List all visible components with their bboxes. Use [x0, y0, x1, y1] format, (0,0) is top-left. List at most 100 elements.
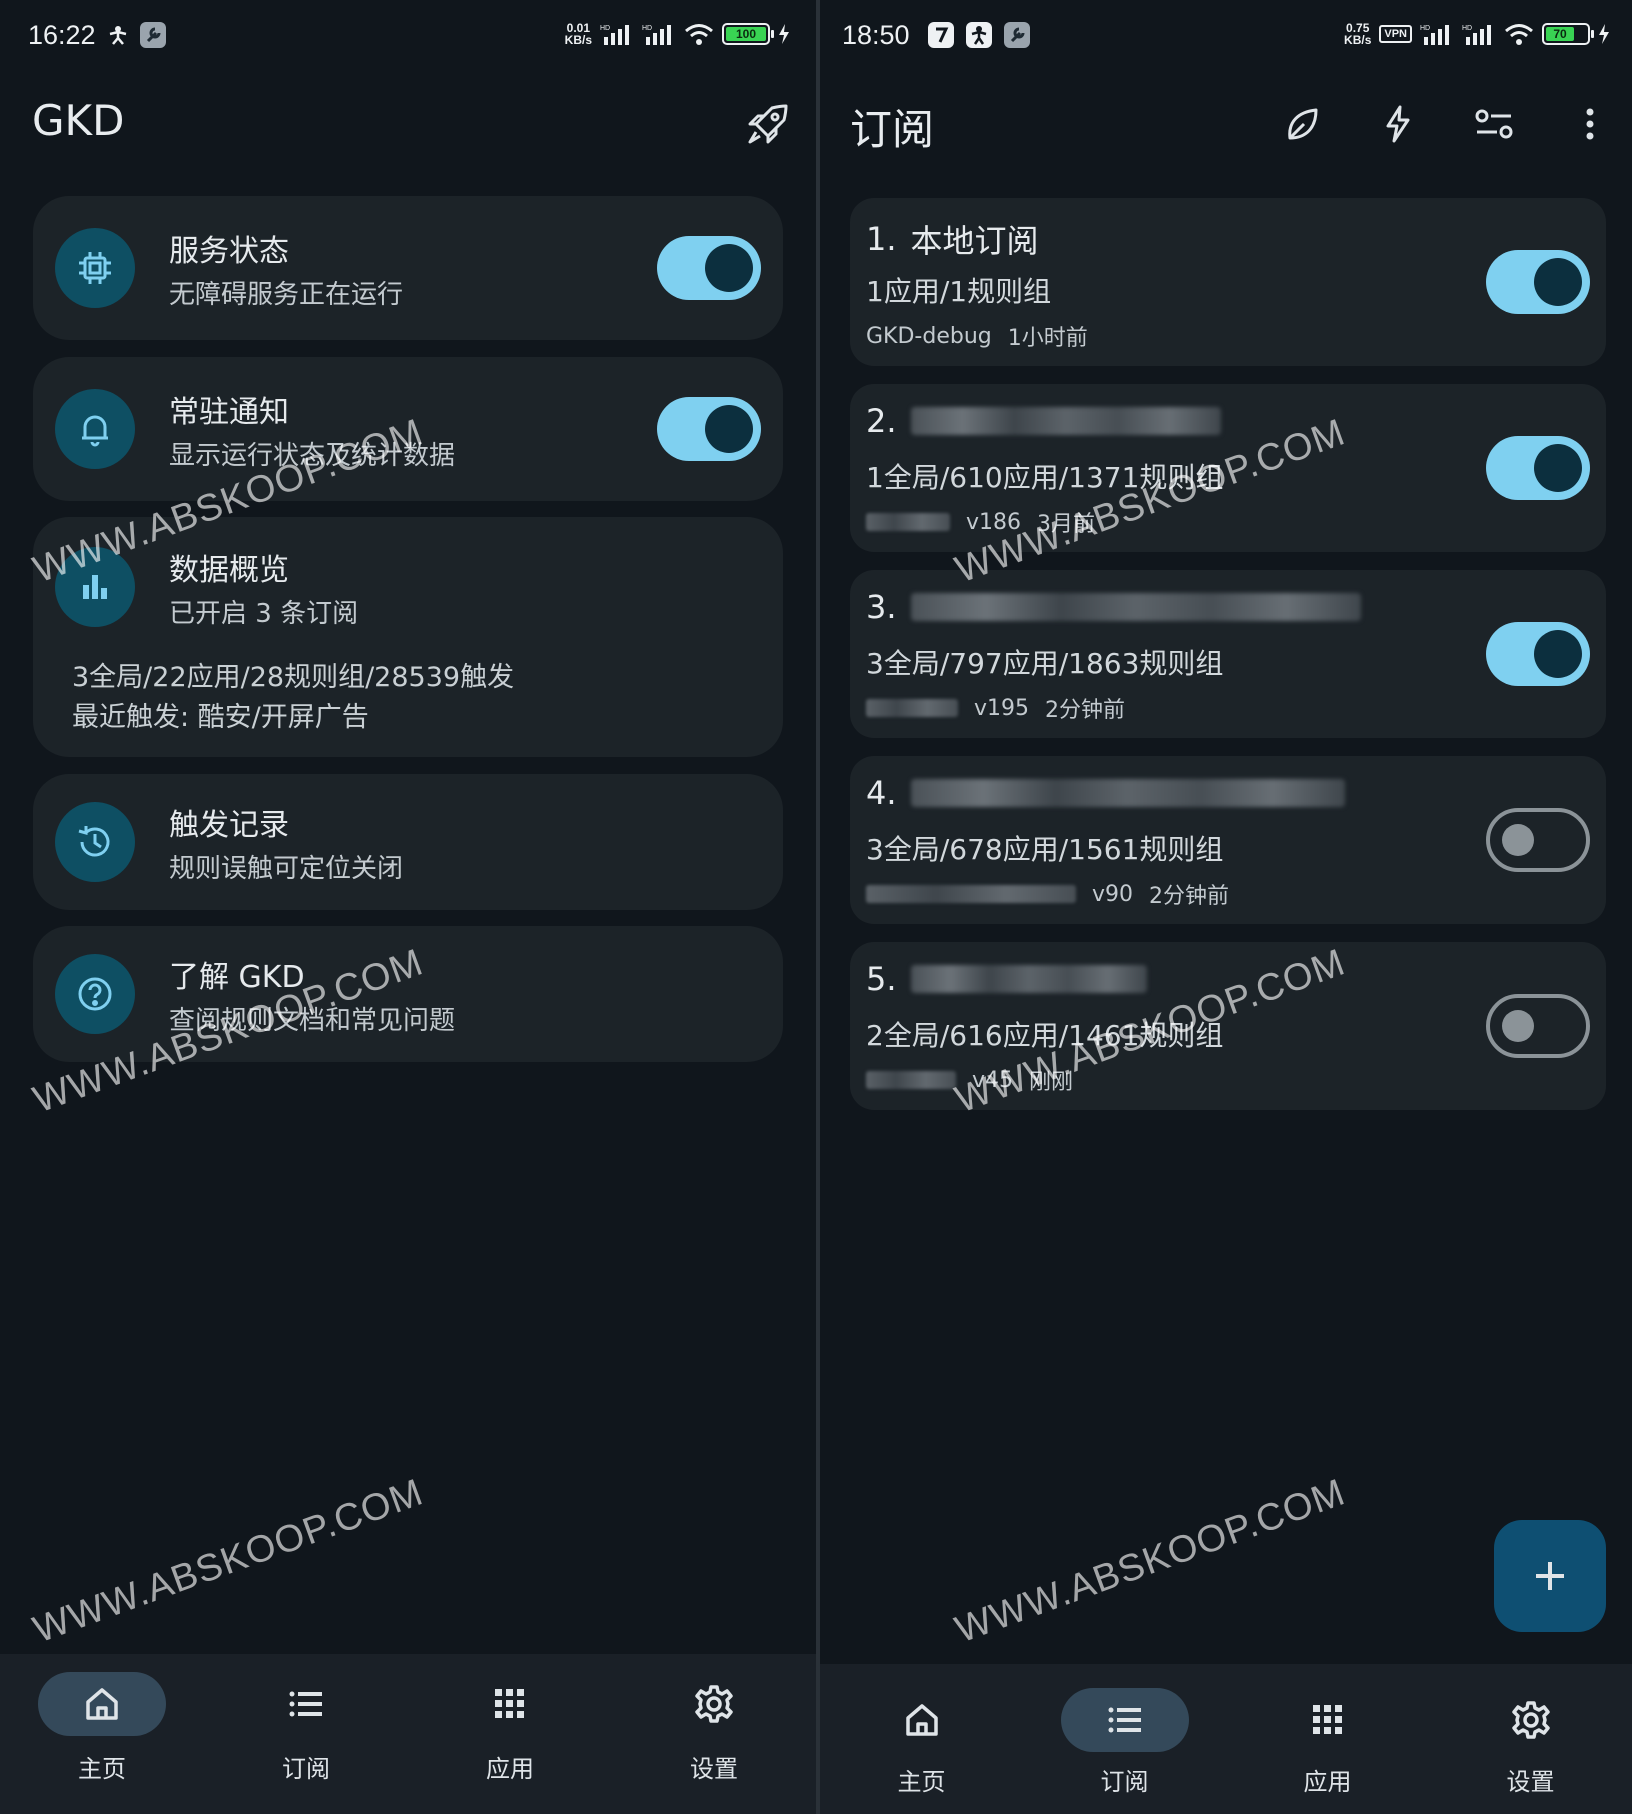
- subscription-source-redacted: [866, 513, 950, 531]
- subscription-item[interactable]: 2. 1全局/610应用/1371规则组 v186 3月前: [850, 384, 1606, 552]
- subscription-version: v90: [1092, 881, 1134, 907]
- nav-pill: [38, 1672, 166, 1736]
- subscription-toggle[interactable]: [1486, 808, 1590, 872]
- nav-settings[interactable]: 设置: [1429, 1664, 1632, 1814]
- leaf-icon: [1288, 108, 1318, 140]
- overview-recent-trigger: 最近触发: 酷安/开屏广告: [72, 702, 369, 733]
- gear-icon: [1511, 1701, 1550, 1739]
- vpn-badge: VPN: [1379, 25, 1412, 43]
- status-time: 16:22: [28, 20, 96, 50]
- home-icon: [905, 1704, 938, 1736]
- subscription-item[interactable]: 4. 3全局/678应用/1561规则组 v90 2分钟前: [850, 756, 1606, 924]
- nav-home[interactable]: 主页: [0, 1654, 204, 1814]
- notification-toggle[interactable]: [657, 397, 761, 461]
- subscription-name-redacted: [910, 407, 1221, 435]
- service-toggle[interactable]: [657, 236, 761, 300]
- accessibility-icon: [966, 22, 992, 48]
- nav-subscriptions[interactable]: 订阅: [204, 1654, 408, 1814]
- charging-icon: [779, 24, 789, 44]
- nav-home[interactable]: 主页: [820, 1664, 1023, 1814]
- nav-label: 设置: [690, 1755, 738, 1783]
- more-options-button[interactable]: [1554, 88, 1626, 160]
- history-subtitle: 规则误触可定位关闭: [169, 854, 404, 884]
- persistent-notification-card[interactable]: 常驻通知 显示运行状态及统计数据: [33, 357, 783, 501]
- subscription-updated: 2分钟前: [1149, 884, 1230, 909]
- flash-button[interactable]: [1362, 88, 1434, 160]
- filter-button[interactable]: [1458, 88, 1530, 160]
- nav-pill: [858, 1688, 986, 1752]
- signal-icon: HD: [600, 25, 629, 45]
- data-overview-card[interactable]: 数据概览 已开启 3 条订阅 3全局/22应用/28规则组/28539触发 最近…: [33, 517, 783, 757]
- trigger-history-card[interactable]: 触发记录 规则误触可定位关闭: [33, 774, 783, 910]
- subscription-updated: 刚刚: [1029, 1070, 1074, 1095]
- top-app-bar: GKD: [0, 88, 816, 158]
- nav-label: 订阅: [1100, 1768, 1149, 1796]
- history-icon-circle: [55, 802, 135, 882]
- bottom-navigation: 主页 订阅 应用 设置: [820, 1664, 1632, 1814]
- subscription-item[interactable]: 5. 2全局/616应用/1461规则组 v45 刚刚: [850, 942, 1606, 1110]
- flash-icon: [1386, 105, 1410, 143]
- subscription-item[interactable]: 1. 本地订阅 1应用/1规则组 GKD-debug 1小时前: [850, 198, 1606, 366]
- nav-subscriptions[interactable]: 订阅: [1023, 1664, 1226, 1814]
- add-subscription-button[interactable]: [1494, 1520, 1606, 1632]
- nav-label: 订阅: [282, 1755, 330, 1783]
- list-icon: [1108, 1707, 1141, 1733]
- rocket-button[interactable]: [732, 88, 804, 160]
- tune-icon: [1475, 109, 1513, 139]
- toggle-knob: [1534, 630, 1582, 678]
- subscription-item[interactable]: 3. 3全局/797应用/1863规则组 v195 2分钟前: [850, 570, 1606, 738]
- subscription-toggle[interactable]: [1486, 622, 1590, 686]
- subscription-toggle[interactable]: [1486, 994, 1590, 1058]
- subscription-toggle[interactable]: [1486, 250, 1590, 314]
- wrench-icon: [140, 22, 166, 48]
- nav-settings[interactable]: 设置: [612, 1654, 816, 1814]
- gear-icon: [695, 1685, 733, 1723]
- svg-text:HD: HD: [1420, 25, 1430, 32]
- status-bar: 18:50 0.75 KB/s VPN HD HD 70: [820, 18, 1632, 58]
- about-subtitle: 查阅规则文档和常见问题: [169, 1006, 456, 1036]
- subscription-counts: 1应用/1规则组: [866, 275, 1052, 308]
- top-app-bar: 订阅: [820, 88, 1632, 158]
- nav-label: 主页: [897, 1768, 946, 1796]
- network-speed: 0.01 KB/s: [564, 21, 592, 47]
- nav-pill: [1264, 1688, 1392, 1752]
- home-screen: 16:22 0.01 KB/s HD HD 100 GKD 服务状态 无障碍服务正…: [0, 0, 816, 1814]
- overview-title: 数据概览: [169, 553, 289, 588]
- apps-icon: [1312, 1705, 1342, 1734]
- subscription-updated: 3月前: [1037, 512, 1096, 537]
- subscription-source-redacted: [866, 1071, 956, 1089]
- help-icon: [78, 977, 112, 1011]
- service-status-card[interactable]: 服务状态 无障碍服务正在运行: [33, 196, 783, 340]
- nav-pill: [446, 1672, 574, 1736]
- subscription-index: 5.: [866, 960, 897, 998]
- nav-pill: [242, 1672, 370, 1736]
- nav-apps[interactable]: 应用: [1226, 1664, 1429, 1814]
- bottom-navigation: 主页 订阅 应用 设置: [0, 1654, 816, 1814]
- status-time: 18:50: [842, 20, 910, 50]
- toggle-knob: [1502, 824, 1534, 856]
- about-gkd-card[interactable]: 了解 GKD 查阅规则文档和常见问题: [33, 926, 783, 1062]
- subscription-name-redacted: [910, 965, 1147, 993]
- status-bar: 16:22 0.01 KB/s HD HD 100: [0, 18, 816, 58]
- subscription-toggle[interactable]: [1486, 436, 1590, 500]
- nav-label: 主页: [78, 1755, 126, 1783]
- wrench-icon: [1004, 22, 1030, 48]
- signal-icon-2: HD: [1462, 25, 1491, 45]
- overview-icon-circle: [55, 547, 135, 627]
- nav-label: 应用: [486, 1755, 534, 1783]
- subscription-name-redacted: [910, 779, 1345, 807]
- notification-icon-circle: [55, 389, 135, 469]
- chip-icon: [79, 252, 111, 284]
- history-title: 触发记录: [169, 808, 289, 843]
- leaf-button[interactable]: [1266, 88, 1338, 160]
- notification-title: 常驻通知: [169, 395, 289, 430]
- subscription-version: v195: [974, 695, 1030, 721]
- svg-text:HD: HD: [600, 25, 610, 32]
- nav-label: 设置: [1506, 1768, 1555, 1796]
- nav-apps[interactable]: 应用: [408, 1654, 612, 1814]
- more-vert-icon: [1586, 108, 1594, 140]
- accessibility-icon: [109, 26, 127, 45]
- list-icon: [289, 1691, 322, 1717]
- subscription-counts: 3全局/678应用/1561规则组: [866, 833, 1224, 866]
- toggle-knob: [705, 405, 753, 453]
